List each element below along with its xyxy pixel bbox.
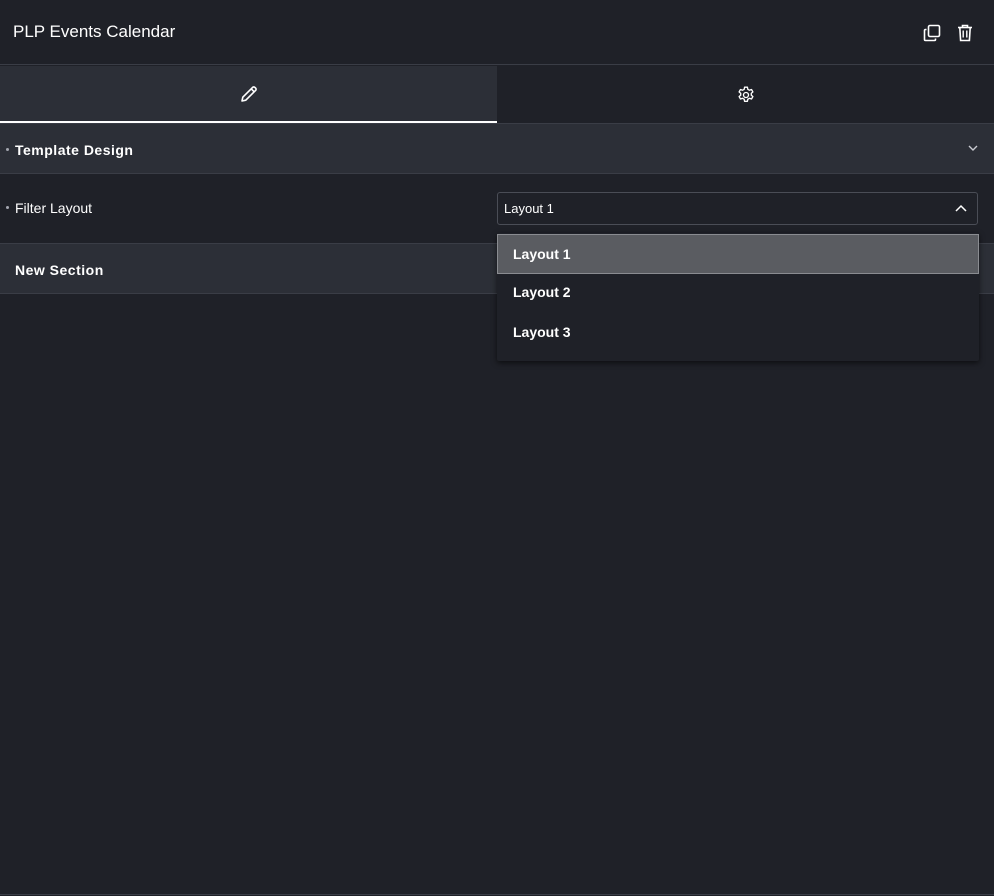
duplicate-button[interactable] (922, 23, 941, 42)
filter-layout-dropdown: Layout 1 Layout 2 Layout 3 (497, 233, 979, 361)
panel-title: PLP Events Calendar (13, 22, 176, 41)
filter-layout-selected-value: Layout 1 (504, 201, 554, 216)
section-bullet (6, 148, 9, 151)
dropdown-option-layout-1[interactable]: Layout 1 (497, 234, 979, 274)
section-title: New Section (15, 262, 104, 278)
option-label: Layout 3 (513, 324, 571, 340)
option-label: Layout 1 (513, 246, 571, 262)
section-template-design[interactable]: Template Design (0, 124, 994, 174)
panel-bottom-divider (0, 894, 994, 895)
panel-tabs (0, 66, 994, 124)
filter-layout-label: Filter Layout (15, 200, 93, 216)
delete-button[interactable] (955, 23, 974, 42)
control-bullet (6, 206, 9, 209)
tab-settings[interactable] (497, 66, 994, 123)
option-label: Layout 2 (513, 284, 571, 300)
pencil-icon (240, 85, 257, 102)
duplicate-icon (923, 24, 940, 41)
panel-header: PLP Events Calendar (0, 0, 994, 65)
header-actions (922, 23, 974, 42)
gear-icon (737, 86, 754, 102)
tab-content[interactable] (0, 66, 497, 123)
dropdown-option-layout-2[interactable]: Layout 2 (497, 272, 979, 312)
dropdown-option-layout-3[interactable]: Layout 3 (497, 312, 979, 352)
trash-icon (957, 24, 972, 41)
section-title: Template Design (15, 142, 134, 158)
chevron-up-icon (955, 204, 967, 212)
filter-layout-select[interactable]: Layout 1 (497, 192, 978, 225)
chevron-down-icon (968, 145, 978, 151)
